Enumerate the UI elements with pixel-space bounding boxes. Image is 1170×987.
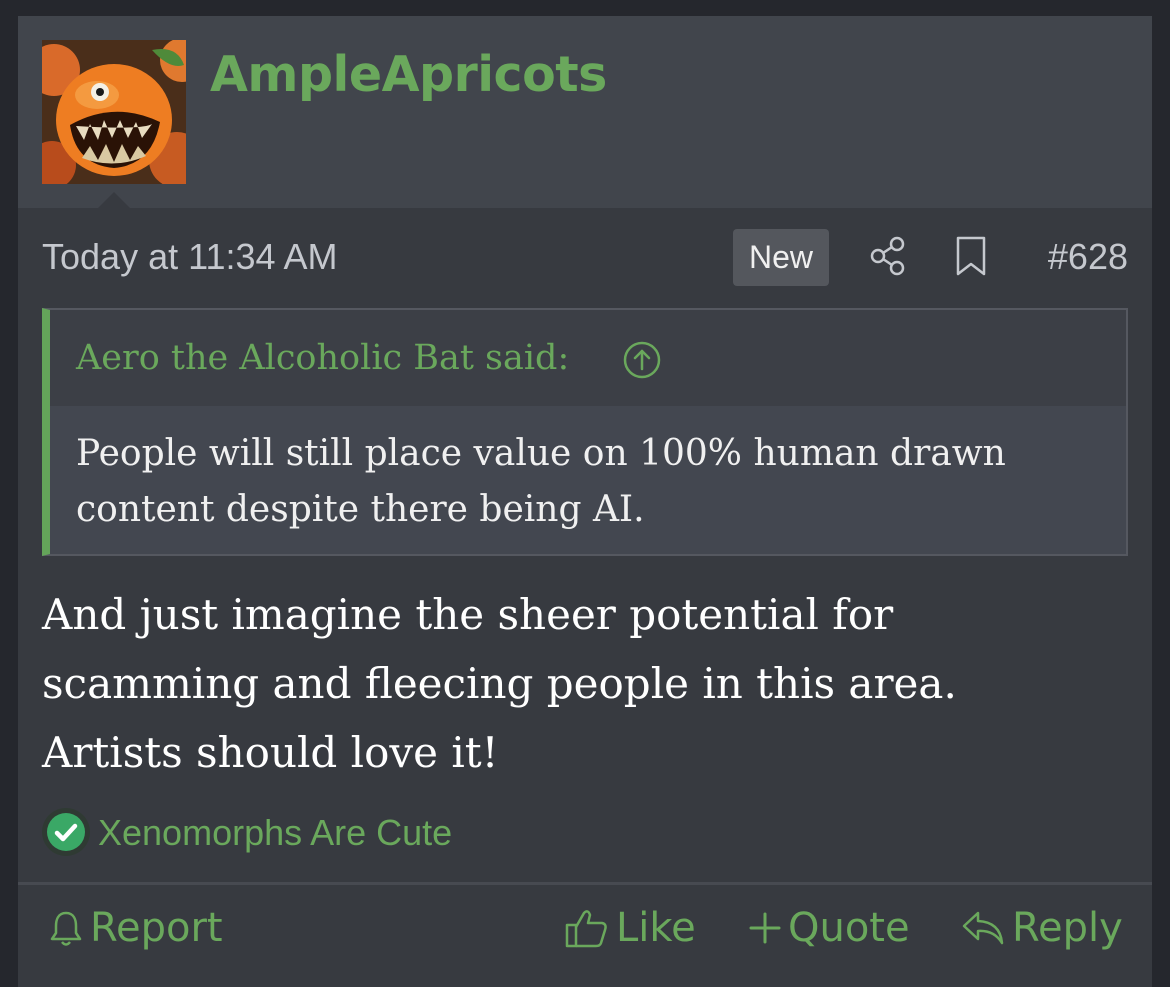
footer-divider (18, 882, 1152, 885)
message-line: And just imagine the sheer potential for (42, 590, 894, 639)
quote-text: People will still place value on 100% hu… (76, 426, 1106, 538)
quote-author-link[interactable]: Aero the Alcoholic Bat said: (76, 338, 569, 378)
arrow-up-circle-icon[interactable] (622, 340, 662, 380)
reply-arrow-icon (962, 911, 1004, 945)
message-line: Artists should love it! (42, 728, 499, 777)
report-label: Report (90, 905, 223, 951)
quote-header: Aero the Alcoholic Bat said: (50, 310, 1126, 406)
message-line: scamming and fleecing people in this are… (42, 659, 957, 708)
plus-icon (749, 912, 781, 944)
reply-button[interactable]: Reply (960, 902, 1123, 954)
check-circle-icon (40, 806, 92, 858)
quote-block: Aero the Alcoholic Bat said: People will… (42, 308, 1128, 556)
header-pointer-caret (98, 192, 130, 208)
reply-label: Reply (1012, 905, 1123, 951)
forum-post: AmpleApricots Today at 11:34 AM New #628… (18, 16, 1152, 987)
quote-text-line: People will still place value on 100% hu… (76, 433, 1006, 474)
quote-text-line: content despite there being AI. (76, 489, 645, 530)
post-header: AmpleApricots (18, 16, 1152, 208)
thumbs-up-icon (565, 910, 607, 948)
bell-icon (50, 911, 82, 946)
apricot-avatar-image (42, 40, 186, 184)
avatar[interactable] (42, 40, 186, 184)
reaction-users-link[interactable]: Xenomorphs Are Cute (98, 812, 452, 854)
quote-label: Quote (788, 905, 910, 951)
post-number-link[interactable]: #628 (1018, 236, 1128, 278)
like-button[interactable]: Like (564, 902, 696, 954)
report-button[interactable]: Report (48, 902, 223, 954)
quote-button[interactable]: Quote (748, 902, 910, 954)
like-label: Like (616, 905, 696, 951)
new-badge: New (733, 229, 829, 286)
author-username[interactable]: AmpleApricots (210, 46, 607, 103)
post-date[interactable]: Today at 11:34 AM (42, 236, 338, 278)
post-message: And just imagine the sheer potential for… (42, 580, 1122, 787)
share-icon[interactable] (868, 234, 908, 278)
bookmark-icon[interactable] (953, 234, 989, 278)
